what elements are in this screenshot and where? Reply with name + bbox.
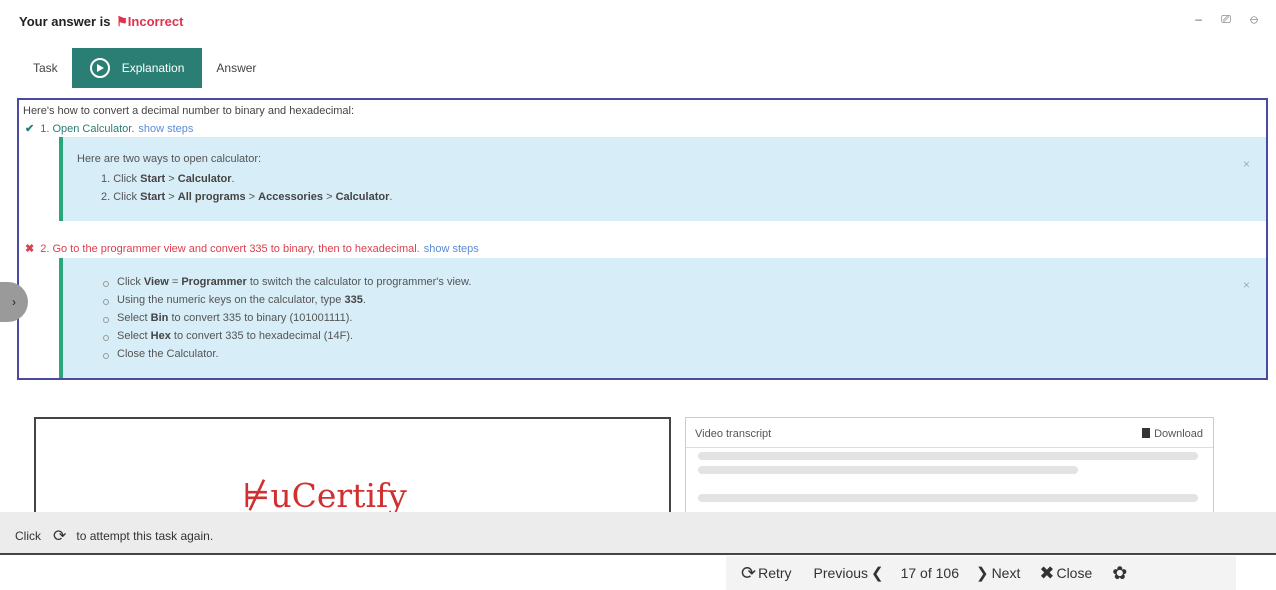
play-icon	[89, 58, 110, 78]
tab-explanation[interactable]: Explanation	[71, 48, 203, 88]
close-icon: ✖	[1039, 562, 1055, 583]
close-icon[interactable]: ×	[1243, 157, 1250, 171]
step-2-bullet-1: Click View = Programmer to switch the ca…	[117, 276, 472, 288]
explanation-panel: Here's how to convert a decimal number t…	[17, 98, 1268, 380]
step-2-bullet-3: Select Bin to convert 335 to binary (101…	[117, 312, 353, 324]
top-bar: Your answer is ⚑Incorrect – ⎚ ⊖	[0, 0, 1276, 42]
next-button[interactable]: ❯ Next	[973, 564, 1020, 582]
tab-bar: Task Explanation Answer	[19, 48, 270, 88]
divider	[686, 447, 1213, 448]
download-button[interactable]: Download	[1142, 428, 1203, 440]
transcript-title: Video transcript	[695, 428, 772, 440]
step-2-show-steps-link[interactable]: show steps	[424, 243, 479, 255]
cross-icon: ✖	[25, 243, 35, 255]
video-transcript: Video transcript Download	[685, 417, 1214, 517]
tab-answer-label: Answer	[216, 61, 257, 75]
incorrect-label: Incorrect	[127, 14, 184, 29]
bullet-icon	[103, 335, 109, 341]
answer-status: Your answer is ⚑Incorrect	[19, 14, 183, 30]
retry-bar: Click ⟳ to attempt this task again.	[0, 512, 1276, 555]
step-1-show-steps-link[interactable]: show steps	[138, 123, 193, 135]
previous-button[interactable]: Previous ❮	[814, 564, 887, 582]
close-button[interactable]: ✖ Close	[1036, 563, 1092, 584]
tab-task[interactable]: Task	[19, 48, 72, 88]
tab-task-label: Task	[33, 61, 58, 75]
tab-explanation-label: Explanation	[121, 61, 185, 75]
step-2-bullet-5: Close the Calculator.	[117, 348, 219, 360]
bullet-icon	[103, 299, 109, 305]
bullet-icon	[103, 317, 109, 323]
refresh-icon: ⟳	[741, 562, 757, 583]
step-2-details: × Click View = Programmer to switch the …	[59, 258, 1266, 378]
video-player[interactable]: ⊭uCertify	[34, 417, 671, 517]
bullet-icon	[103, 281, 109, 287]
close-icon[interactable]: ×	[1243, 278, 1250, 292]
check-icon: ✔	[25, 123, 35, 135]
step-1-instruction-1: 1. Click Start > Calculator.	[101, 173, 235, 185]
retry-button[interactable]: ⟳ Retry	[738, 563, 792, 584]
chevron-left-icon: ❮	[871, 565, 884, 582]
step-2-title: 2. Go to the programmer view and convert…	[40, 243, 420, 255]
step-1-details: × Here are two ways to open calculator: …	[59, 137, 1266, 221]
bullet-icon	[103, 353, 109, 359]
gear-icon[interactable]: ✿	[1112, 563, 1127, 584]
navigation-bar: ⟳ Retry Previous ❮ 17 of 106 ❯ Next ✖ Close …	[726, 556, 1236, 590]
transcript-placeholder-line	[698, 452, 1198, 460]
transcript-placeholder-line	[698, 494, 1198, 502]
step-1-panel-intro: Here are two ways to open calculator:	[77, 153, 262, 165]
ucertify-logo: ⊭uCertify	[242, 476, 407, 515]
refresh-icon[interactable]: ⟳	[53, 526, 66, 546]
step-1-title: 1. Open Calculator.	[40, 123, 135, 135]
explanation-intro: Here's how to convert a decimal number t…	[23, 105, 355, 117]
chevron-right-icon: ❯	[975, 565, 989, 582]
step-2-bullet-2: Using the numeric keys on the calculator…	[117, 294, 366, 306]
step-2-bullet-4: Select Hex to convert 335 to hexadecimal…	[117, 330, 354, 342]
retry-bar-prefix: Click	[15, 529, 41, 543]
tab-answer[interactable]: Answer	[202, 48, 270, 88]
window-controls[interactable]: – ⎚ ⊖	[1195, 12, 1266, 27]
document-icon	[1142, 428, 1151, 438]
retry-bar-suffix: to attempt this task again.	[76, 529, 214, 543]
question-counter: 17 of 106	[900, 565, 959, 581]
step-2: ✖ 2. Go to the programmer view and conver…	[25, 242, 479, 255]
flag-icon: ⚑	[116, 14, 128, 29]
transcript-placeholder-line	[698, 466, 1078, 474]
step-1: ✔ 1. Open Calculator. show steps	[25, 122, 193, 135]
step-1-instruction-2: 2. Click Start > All programs > Accessor…	[101, 191, 393, 203]
answer-prefix: Your answer is	[19, 14, 111, 29]
